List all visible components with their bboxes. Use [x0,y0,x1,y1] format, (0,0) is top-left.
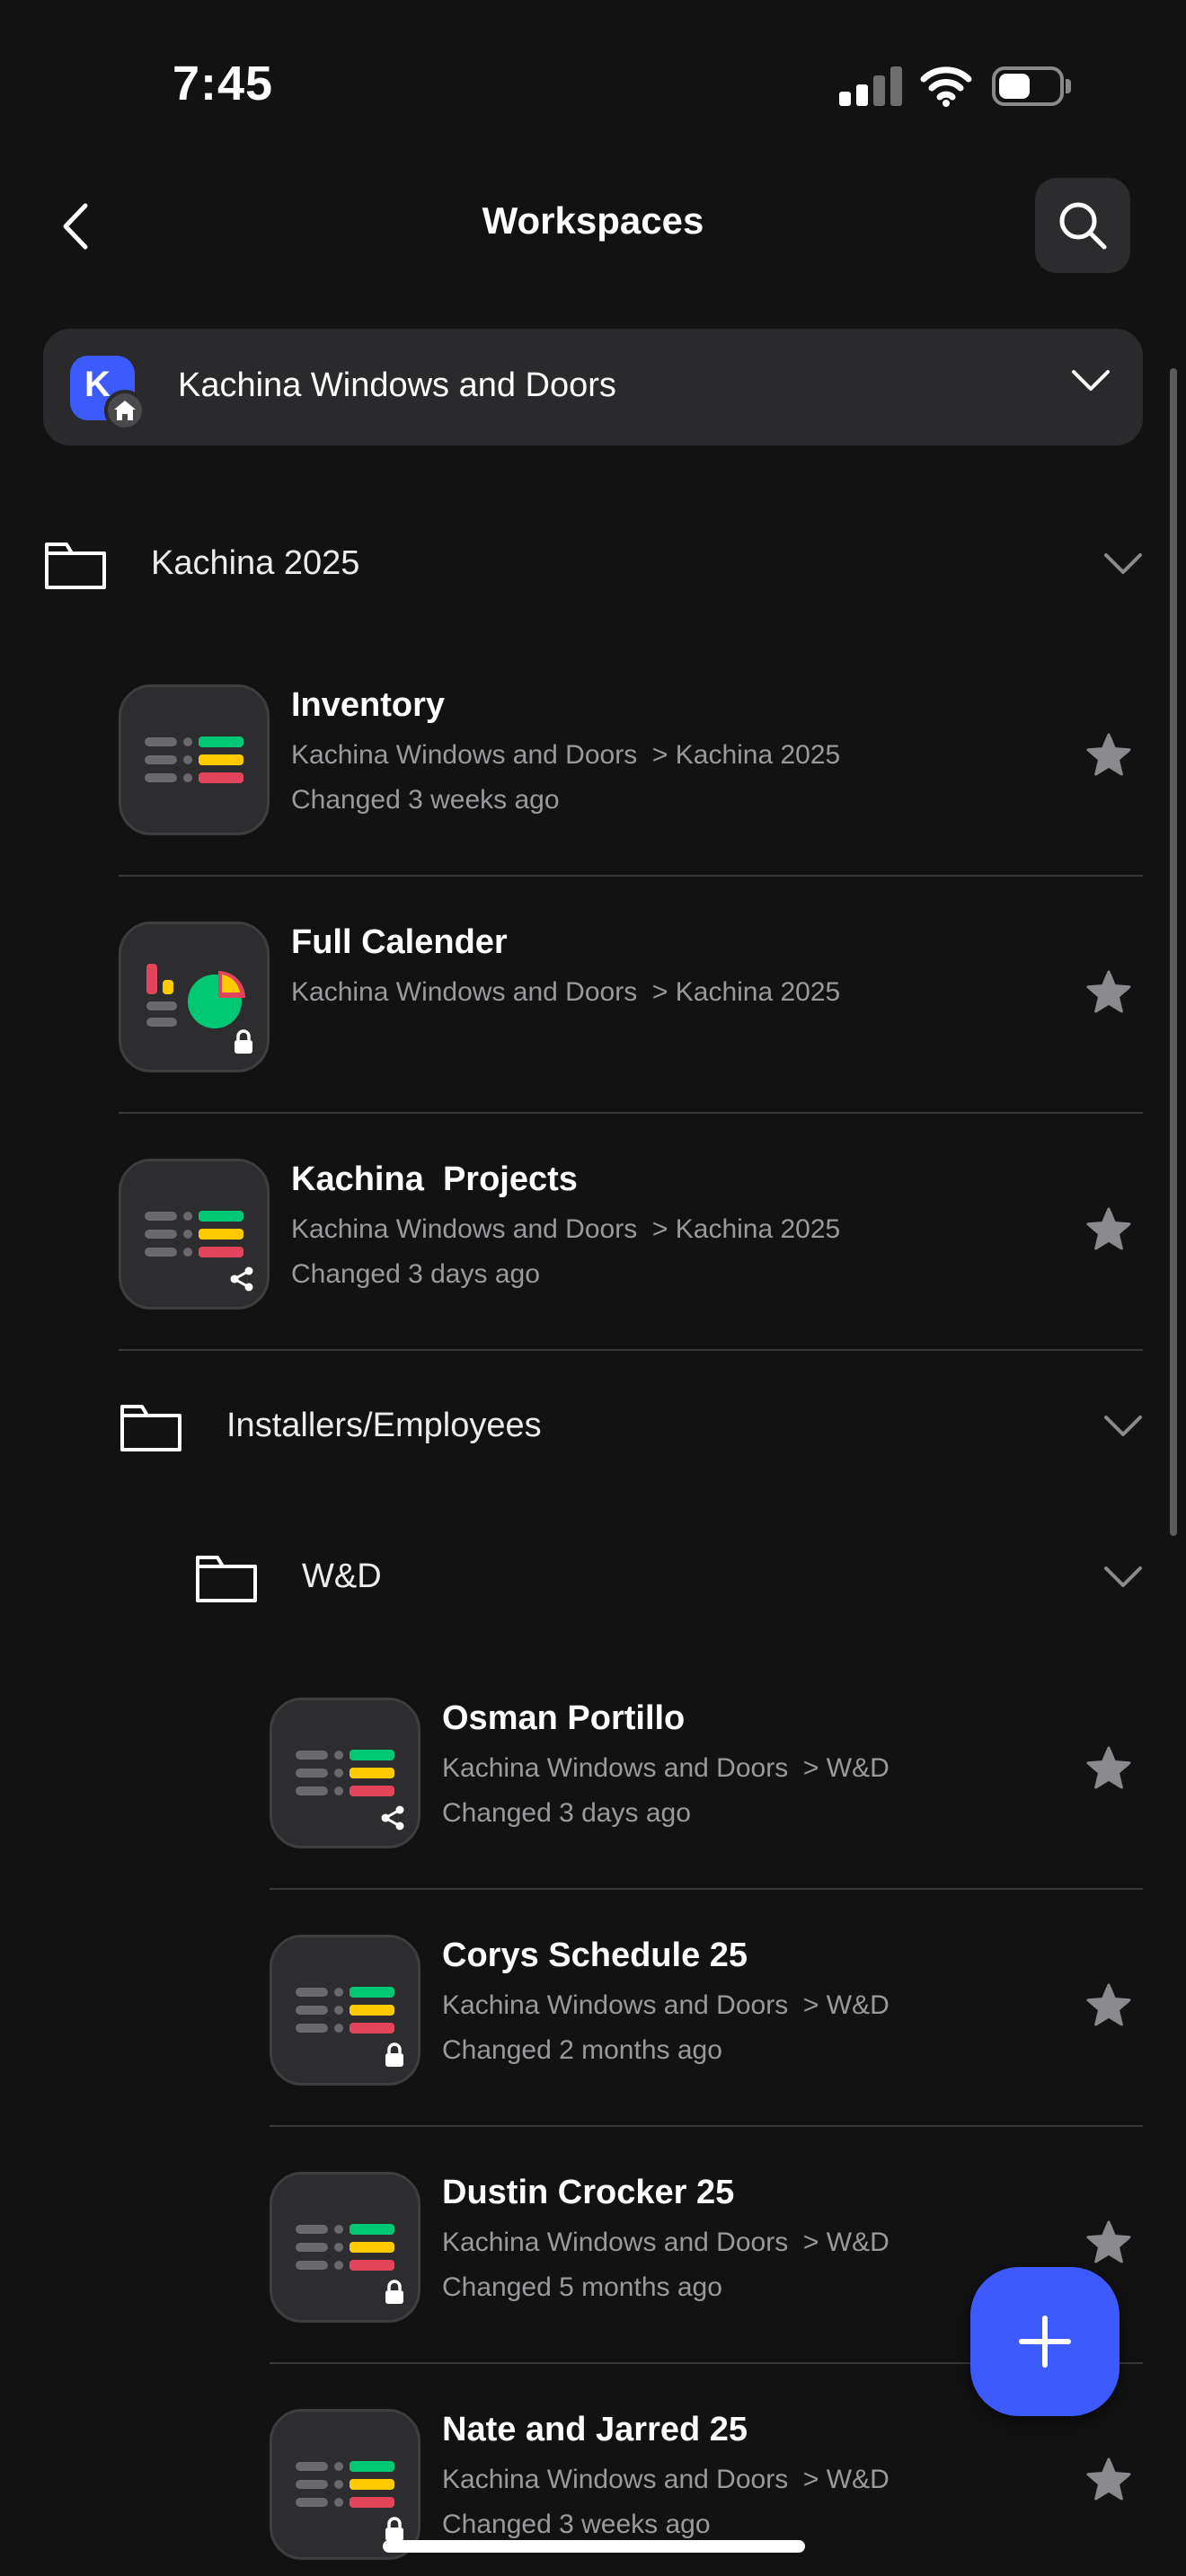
share-icon [229,1266,254,1296]
folder-icon [43,535,108,597]
lock-icon [233,1029,254,1059]
dashboard-icon [119,922,270,1072]
list-item[interactable]: Kachina Projects Kachina Windows and Doo… [119,1159,1143,1396]
star-icon[interactable] [1085,1983,1132,2033]
item-changed: Changed 3 days ago [291,1259,540,1289]
lock-icon [384,2280,405,2309]
item-title: Inventory [291,686,446,724]
list-item[interactable]: Corys Schedule 25 Kachina Windows and Do… [270,1935,1143,2172]
board-icon [270,1935,420,2086]
folder-icon [194,1548,259,1610]
item-changed: Changed 3 weeks ago [442,2510,711,2539]
wifi-icon [920,63,972,108]
chevron-down-icon [1103,551,1143,581]
chevron-down-icon [1071,368,1111,398]
item-title: Corys Schedule 25 [442,1936,748,1974]
item-changed: Changed 3 days ago [442,1798,691,1828]
status-time: 7:45 [173,57,274,110]
add-button[interactable] [970,2267,1120,2416]
item-changed: Changed 3 weeks ago [291,785,560,815]
star-icon[interactable] [1085,1207,1132,1257]
home-indicator[interactable] [383,2540,805,2553]
folder-icon [119,1398,183,1460]
scrollbar[interactable] [1170,368,1177,1536]
plus-icon [1019,2316,1071,2368]
item-path: Kachina Windows and Doors > Kachina 2025 [291,977,841,1007]
list-item[interactable]: Inventory Kachina Windows and Doors > Ka… [119,684,1143,922]
item-title: Nate and Jarred 25 [442,2411,748,2448]
board-icon [270,1698,420,1848]
board-icon [270,2409,420,2560]
star-icon[interactable] [1085,2457,1132,2507]
item-changed: Changed 2 months ago [442,2035,722,2065]
item-changed: Changed 5 months ago [442,2272,722,2302]
list-item[interactable]: Osman Portillo Kachina Windows and Doors… [270,1698,1143,1935]
lock-icon [384,2042,405,2072]
folder-w-and-d[interactable]: W&D [194,1529,1143,1628]
page-title: Workspaces [482,199,704,242]
item-path: Kachina Windows and Doors > Kachina 2025 [291,740,841,770]
star-icon[interactable] [1085,733,1132,782]
item-title: Full Calender [291,923,508,961]
item-path: Kachina Windows and Doors > W&D [442,1990,890,2020]
board-icon [270,2172,420,2323]
divider [119,1349,1143,1351]
folder-installers-employees[interactable]: Installers/Employees [119,1378,1143,1477]
divider [119,1112,1143,1114]
search-icon [1059,202,1107,250]
item-title: Kachina Projects [291,1160,578,1198]
battery-icon [992,66,1071,106]
folder-kachina-2025[interactable]: Kachina 2025 [43,516,1143,614]
share-icon [380,1805,405,1835]
star-icon[interactable] [1085,970,1132,1019]
item-path: Kachina Windows and Doors > Kachina 2025 [291,1214,841,1244]
folder-label: W&D [302,1557,382,1595]
workspace-selector[interactable]: K Kachina Windows and Doors [43,329,1143,446]
divider [270,1888,1143,1890]
star-icon[interactable] [1085,1746,1132,1795]
folder-label: Installers/Employees [226,1407,542,1444]
board-icon [119,684,270,835]
item-path: Kachina Windows and Doors > W&D [442,2465,890,2494]
chevron-down-icon [1103,1565,1143,1594]
board-icon [119,1159,270,1310]
list-item[interactable]: Full Calender Kachina Windows and Doors … [119,922,1143,1159]
item-path: Kachina Windows and Doors > W&D [442,2228,890,2257]
item-title: Dustin Crocker 25 [442,2174,735,2211]
chevron-down-icon [1103,1414,1143,1443]
home-icon [104,390,146,431]
divider [270,2125,1143,2127]
divider [119,875,1143,877]
item-title: Osman Portillo [442,1699,686,1737]
workspace-name: Kachina Windows and Doors [178,366,616,404]
item-path: Kachina Windows and Doors > W&D [442,1753,890,1783]
cellular-signal-icon [839,66,902,106]
search-button[interactable] [1035,178,1130,273]
workspace-avatar: K [70,356,146,431]
star-icon[interactable] [1085,2220,1132,2270]
folder-label: Kachina 2025 [151,544,360,582]
